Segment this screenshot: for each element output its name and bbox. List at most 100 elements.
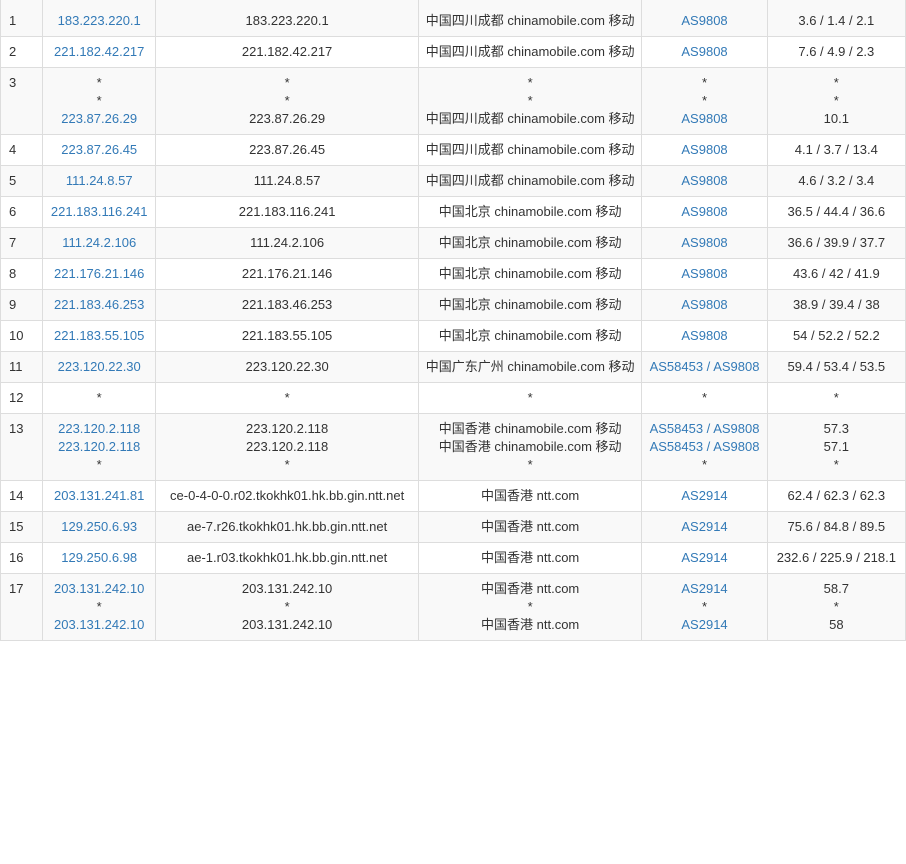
asn-link[interactable]: AS2914	[648, 487, 760, 505]
table-row: 17 203.131.242.10 * 203.131.242.10 203.131.2…	[0, 573, 906, 641]
loc-cell: 中国北京 chinamobile.com 移动	[417, 320, 643, 352]
ip-link[interactable]: 221.182.42.217	[49, 43, 149, 61]
rtt-values: 43.6 / 42 / 41.9	[792, 266, 880, 281]
ip-link[interactable]: 111.24.2.106	[49, 234, 149, 252]
no-response-marker: *	[833, 390, 839, 405]
table-row: 1 183.223.220.1 183.223.220.1 中国四川成都 chinam…	[0, 0, 906, 37]
ip-link[interactable]: 221.183.116.241	[49, 203, 149, 221]
asn-link[interactable]: AS9808	[648, 12, 760, 30]
ip-link[interactable]: 111.24.8.57	[49, 172, 149, 190]
location: 中国四川成都 chinamobile.com 移动	[425, 111, 635, 126]
loc-cell: 中国香港 ntt.com	[417, 542, 643, 574]
no-response-marker: *	[833, 457, 839, 472]
ip-link[interactable]: 221.176.21.146	[49, 265, 149, 283]
no-response-marker: *	[527, 599, 533, 614]
rtt-cell: 75.6 / 84.8 / 89.5	[766, 511, 906, 543]
ip-cell: 111.24.2.106	[42, 227, 157, 259]
asn-link[interactable]: AS58453 / AS9808	[648, 438, 760, 456]
hop-number: 13	[0, 413, 44, 481]
rtt-values: 7.6 / 4.9 / 2.3	[798, 44, 875, 59]
loc-cell: 中国香港 ntt.com	[417, 511, 643, 543]
host-cell: 221.183.46.253	[155, 289, 419, 321]
location: 中国四川成都 chinamobile.com 移动	[425, 44, 635, 59]
host-cell: 183.223.220.1	[155, 0, 419, 37]
rtt-values: 59.4 / 53.4 / 53.5	[787, 359, 886, 374]
asn-link[interactable]: AS58453 / AS9808	[648, 358, 760, 376]
rtt-values: 10.1	[823, 111, 849, 126]
table-row: 13 223.120.2.118 223.120.2.118 * 223.120.2.1…	[0, 413, 906, 481]
asn-cell: AS9808	[641, 196, 768, 228]
host-cell: *	[155, 382, 419, 414]
hostname: 111.24.8.57	[253, 173, 321, 188]
ip-link[interactable]: 223.120.22.30	[49, 358, 149, 376]
asn-cell: AS2914	[641, 480, 768, 512]
location: 中国香港 chinamobile.com 移动	[438, 439, 622, 454]
asn-link[interactable]: AS9808	[648, 110, 760, 128]
host-cell: 223.87.26.45	[155, 134, 419, 166]
no-response-marker: *	[284, 599, 290, 614]
host-cell: 111.24.2.106	[155, 227, 419, 259]
ip-link[interactable]: 203.131.242.10	[49, 616, 149, 634]
ip-cell: *	[42, 382, 157, 414]
ip-link[interactable]: 223.120.2.118	[49, 438, 149, 456]
rtt-cell: 54 / 52.2 / 52.2	[766, 320, 906, 352]
asn-link[interactable]: AS58453 / AS9808	[648, 420, 760, 438]
no-response-marker: *	[96, 457, 102, 472]
loc-cell: 中国北京 chinamobile.com 移动	[417, 289, 643, 321]
ip-link[interactable]: 129.250.6.93	[49, 518, 149, 536]
location: 中国广东广州 chinamobile.com 移动	[425, 359, 635, 374]
asn-link[interactable]: AS2914	[648, 518, 760, 536]
ip-link[interactable]: 221.183.55.105	[49, 327, 149, 345]
asn-cell: AS9808	[641, 227, 768, 259]
asn-cell: AS9808	[641, 36, 768, 68]
table-row: 9 221.183.46.253 221.183.46.253 中国北京 chinam…	[0, 289, 906, 321]
ip-link[interactable]: 223.87.26.45	[49, 141, 149, 159]
ip-link[interactable]: 203.131.241.81	[49, 487, 149, 505]
loc-cell: 中国四川成都 chinamobile.com 移动	[417, 134, 643, 166]
ip-link[interactable]: 203.131.242.10	[49, 580, 149, 598]
rtt-cell: *	[766, 382, 906, 414]
ip-link[interactable]: 129.250.6.98	[49, 549, 149, 567]
asn-link[interactable]: AS9808	[648, 327, 760, 345]
location: 中国北京 chinamobile.com 移动	[438, 297, 622, 312]
ip-cell: 183.223.220.1	[42, 0, 157, 37]
asn-cell: AS9808	[641, 258, 768, 290]
hop-number: 2	[0, 36, 44, 68]
ip-link[interactable]: 183.223.220.1	[49, 12, 149, 30]
hostname: 223.120.2.118	[246, 439, 329, 454]
rtt-cell: 58.7 * 58	[766, 573, 906, 641]
table-row: 15 129.250.6.93 ae-7.r26.tkokhk01.hk.bb.gi…	[0, 511, 906, 543]
table-row: 2 221.182.42.217 221.182.42.217 中国四川成都 chin…	[0, 36, 906, 68]
loc-cell: 中国四川成都 chinamobile.com 移动	[417, 36, 643, 68]
loc-cell: 中国北京 chinamobile.com 移动	[417, 258, 643, 290]
asn-link[interactable]: AS9808	[648, 234, 760, 252]
no-response-marker: *	[284, 93, 290, 108]
ip-link[interactable]: 221.183.46.253	[49, 296, 149, 314]
asn-link[interactable]: AS9808	[648, 203, 760, 221]
rtt-cell: * * 10.1	[766, 67, 906, 135]
traceroute-table: 1 183.223.220.1 183.223.220.1 中国四川成都 chinam…	[0, 0, 906, 641]
asn-link[interactable]: AS2914	[648, 616, 760, 634]
rtt-cell: 38.9 / 39.4 / 38	[766, 289, 906, 321]
asn-link[interactable]: AS9808	[648, 141, 760, 159]
no-response-marker: *	[96, 390, 102, 405]
loc-cell: *	[417, 382, 643, 414]
ip-cell: 129.250.6.98	[42, 542, 157, 574]
ip-link[interactable]: 223.120.2.118	[49, 420, 149, 438]
no-response-marker: *	[701, 390, 708, 405]
asn-cell: AS2914	[641, 511, 768, 543]
rtt-cell: 36.5 / 44.4 / 36.6	[766, 196, 906, 228]
ip-cell: 223.120.22.30	[42, 351, 157, 383]
asn-link[interactable]: AS9808	[648, 172, 760, 190]
asn-link[interactable]: AS2914	[648, 580, 760, 598]
asn-link[interactable]: AS9808	[648, 265, 760, 283]
hop-number: 15	[0, 511, 44, 543]
asn-link[interactable]: AS9808	[648, 43, 760, 61]
ip-link[interactable]: 223.87.26.29	[49, 110, 149, 128]
asn-link[interactable]: AS2914	[648, 549, 760, 567]
asn-link[interactable]: AS9808	[648, 296, 760, 314]
host-cell: 221.182.42.217	[155, 36, 419, 68]
loc-cell: 中国香港 ntt.com * 中国香港 ntt.com	[417, 573, 643, 641]
location: 中国四川成都 chinamobile.com 移动	[425, 13, 635, 28]
rtt-cell: 57.3 57.1 *	[766, 413, 906, 481]
